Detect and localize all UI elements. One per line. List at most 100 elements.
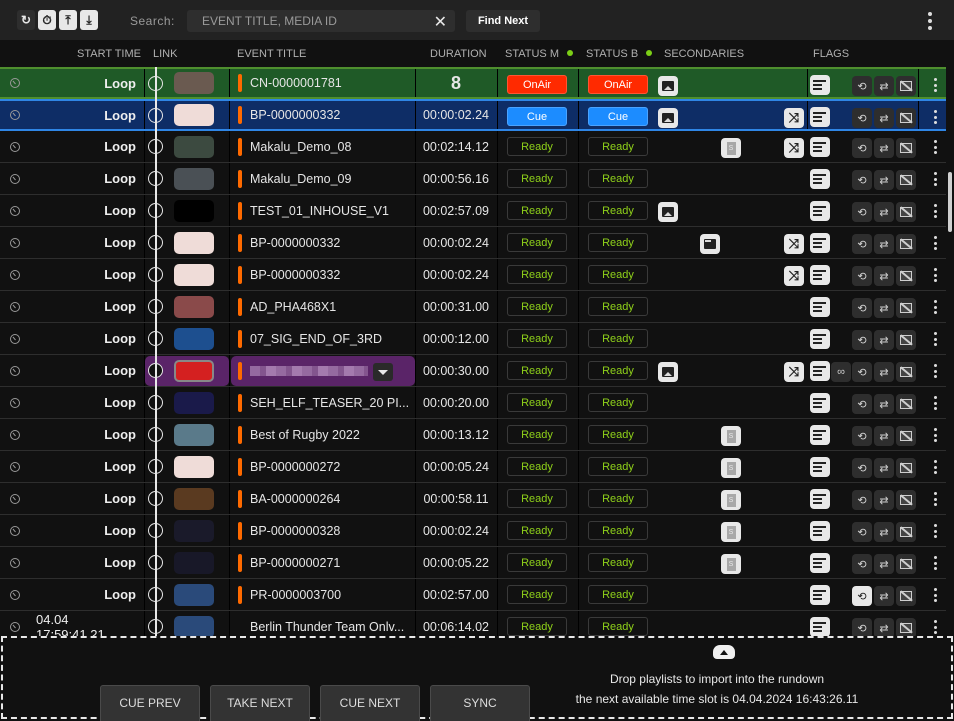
table-row[interactable]: Loop BP-0000000332 00:00:02.24 Ready Ready ⤨ ⟲… [0,227,946,259]
clock-icon[interactable] [9,69,21,97]
playlist-icon[interactable] [810,489,830,509]
no-image-icon[interactable] [896,618,916,637]
playlist-icon[interactable] [810,297,830,317]
row-menu-icon[interactable] [931,460,939,474]
event-title[interactable]: BP-0000000328 [250,515,410,546]
split-icon[interactable]: ⇄ [874,458,894,478]
header-event-title[interactable]: EVENT TITLE [237,48,306,60]
table-row[interactable]: Loop Best of Rugby 2022 00:00:13.12 Ready Re… [0,419,946,451]
header-status-m[interactable]: STATUS M [505,48,573,60]
refresh-icon[interactable]: ↻ [17,10,35,30]
clock-icon[interactable] [9,515,21,546]
row-menu-icon[interactable] [931,524,939,538]
clock-icon[interactable] [9,259,21,290]
take-next-button[interactable]: TAKE NEXT [210,685,310,721]
clock-icon[interactable] [9,451,21,482]
split-icon[interactable]: ⇄ [874,586,894,606]
no-image-icon[interactable] [896,458,916,478]
row-menu-icon[interactable] [931,236,939,250]
image-icon[interactable] [658,362,678,382]
repeat-icon[interactable]: ⟲ [852,362,872,382]
split-icon[interactable]: ⇄ [874,298,894,318]
clock-icon[interactable] [9,579,21,610]
table-row[interactable]: Loop BA-0000000264 00:00:58.11 Ready Ready S ⟲… [0,483,946,515]
event-title[interactable]: Makalu_Demo_08 [250,131,410,162]
clock-icon[interactable] [9,323,21,354]
find-next-button[interactable]: Find Next [466,10,540,32]
repeat-icon[interactable]: ⟲ [852,554,872,574]
header-secondaries[interactable]: SECONDARIES [664,48,744,60]
event-title[interactable]: SEH_ELF_TEASER_20 PI... [250,387,410,418]
repeat-icon[interactable]: ⟲ [852,234,872,254]
row-menu-icon[interactable] [931,204,939,218]
repeat-icon[interactable]: ⟲ [852,108,872,128]
clock-icon[interactable] [9,195,21,226]
infinite-loop-icon[interactable]: ∞ [831,362,851,382]
header-status-b[interactable]: STATUS B [586,48,653,60]
split-icon[interactable]: ⇄ [874,618,894,637]
header-start-time[interactable]: START TIME [77,48,141,60]
clock-icon[interactable] [9,227,21,258]
close-icon[interactable]: ✕ [434,12,447,32]
split-icon[interactable]: ⇄ [874,426,894,446]
search-input[interactable] [187,10,427,32]
event-title[interactable]: PR-0000003700 [250,579,410,610]
no-image-icon[interactable] [896,554,916,574]
clock-icon[interactable] [9,131,21,162]
playlist-icon[interactable] [810,329,830,349]
clock-icon[interactable] [9,291,21,322]
repeat-icon[interactable]: ⟲ [852,458,872,478]
playlist-icon[interactable] [810,361,830,381]
image-icon[interactable] [658,108,678,128]
table-row[interactable]: Loop 07_SIG_END_OF_3RD 00:00:12.00 Ready Rea… [0,323,946,355]
secondary-s-icon[interactable]: S [721,490,741,510]
clock-icon[interactable] [9,387,21,418]
repeat-icon[interactable]: ⟲ [852,394,872,414]
clock-icon[interactable] [9,419,21,450]
split-icon[interactable]: ⇄ [874,330,894,350]
shuffle-icon[interactable]: ⤨ [784,138,804,158]
jump-top-icon[interactable]: ⤒ [59,10,77,30]
header-duration[interactable]: DURATION [430,48,487,60]
table-row[interactable]: Loop BP-0000000332 00:00:02.24 Cue Cue ⤨ ⟲ ⇄ [0,99,946,131]
repeat-icon[interactable]: ⟲ [852,618,872,637]
split-icon[interactable]: ⇄ [874,108,894,128]
row-menu-icon[interactable] [931,172,939,186]
row-menu-icon[interactable] [931,396,939,410]
row-menu-icon[interactable] [931,588,939,602]
split-icon[interactable]: ⇄ [874,362,894,382]
event-title[interactable]: CN-0000001781 [250,69,410,97]
no-image-icon[interactable] [896,522,916,542]
table-row[interactable]: Loop BP-0000000328 00:00:02.24 Ready Ready S ⟲… [0,515,946,547]
split-icon[interactable]: ⇄ [874,76,894,96]
repeat-icon[interactable]: ⟲ [852,202,872,222]
row-menu-icon[interactable] [931,140,939,154]
event-title[interactable]: Berlin Thunder Team Onlv... [250,611,410,637]
no-image-icon[interactable] [896,586,916,606]
playlist-icon[interactable] [810,169,830,189]
row-menu-icon[interactable] [931,620,939,634]
event-title[interactable]: 07_SIG_END_OF_3RD [250,323,410,354]
row-menu-icon[interactable] [931,110,939,124]
no-image-icon[interactable] [896,490,916,510]
no-image-icon[interactable] [896,362,916,382]
event-title[interactable]: BP-0000000272 [250,451,410,482]
repeat-icon[interactable]: ⟲ [852,490,872,510]
secondary-s-icon[interactable]: S [721,458,741,478]
row-menu-icon[interactable] [931,78,939,92]
shuffle-icon[interactable]: ⤨ [784,362,804,382]
no-image-icon[interactable] [896,266,916,286]
split-icon[interactable]: ⇄ [874,170,894,190]
cue-next-button[interactable]: CUE NEXT [320,685,420,721]
split-icon[interactable]: ⇄ [874,394,894,414]
repeat-icon[interactable]: ⟲ [852,266,872,286]
image-icon[interactable] [658,76,678,96]
timer-icon[interactable]: ⏱ [38,10,56,30]
event-title[interactable]: BP-0000000332 [250,101,410,129]
clock-icon[interactable] [9,163,21,194]
no-image-icon[interactable] [896,426,916,446]
table-row[interactable]: Loop BP-0000000332 00:00:02.24 Ready Ready ⤨ ⟲… [0,259,946,291]
repeat-icon[interactable]: ⟲ [852,170,872,190]
playlist-icon[interactable] [810,107,830,127]
playlist-icon[interactable] [810,617,830,637]
